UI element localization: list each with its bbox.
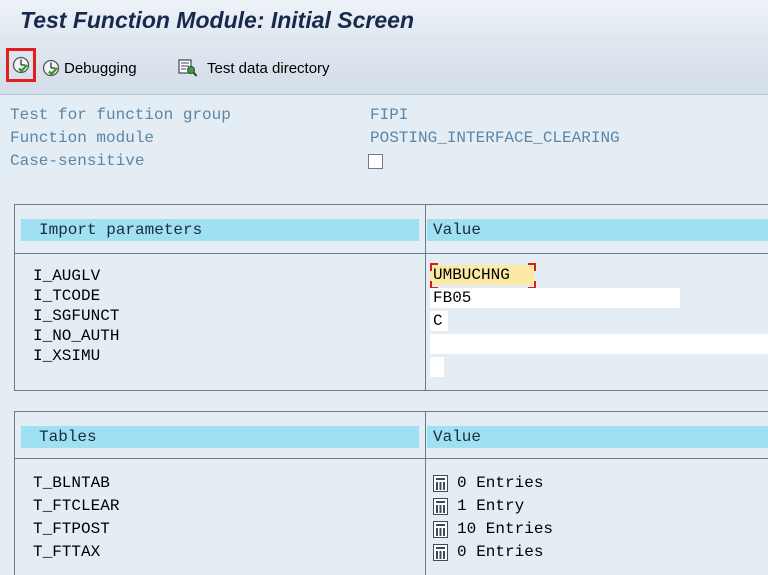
param-value-i-no-auth[interactable] bbox=[430, 334, 768, 354]
function-module-value: POSTING_INTERFACE_CLEARING bbox=[370, 129, 620, 147]
param-value-i-xsimu[interactable] bbox=[430, 357, 444, 377]
table-contents-icon[interactable] bbox=[433, 544, 448, 561]
param-value-i-auglv[interactable]: UMBUCHNG bbox=[430, 265, 534, 285]
application-toolbar: Debugging Test data directory bbox=[0, 44, 768, 95]
focus-corner bbox=[528, 263, 536, 271]
table-name-t-ftclear: T_FTCLEAR bbox=[33, 497, 120, 515]
test-data-directory-label: Test data directory bbox=[207, 59, 330, 77]
table-name-t-fttax: T_FTTAX bbox=[33, 543, 101, 561]
window-title: Test Function Module: Initial Screen bbox=[20, 7, 415, 33]
test-data-directory-icon bbox=[178, 59, 198, 77]
case-sensitive-label: Case-sensitive bbox=[10, 152, 145, 170]
test-data-directory-button[interactable]: Test data directory bbox=[178, 52, 330, 84]
table-value-t-fttax: 0 Entries bbox=[457, 543, 544, 561]
import-value-header: Value bbox=[427, 219, 768, 241]
table-contents-icon[interactable] bbox=[433, 498, 448, 515]
tables-value-header: Value bbox=[427, 426, 768, 448]
function-group-value: FIPI bbox=[370, 106, 409, 124]
debugging-icon bbox=[42, 59, 60, 77]
case-sensitive-checkbox[interactable] bbox=[368, 154, 383, 169]
table-name-t-blntab: T_BLNTAB bbox=[33, 474, 110, 492]
param-name-i-xsimu: I_XSIMU bbox=[33, 347, 101, 365]
tables-panel: Tables Value T_BLNTAB T_FTCLEAR T_FTPOST… bbox=[14, 411, 768, 575]
debugging-button[interactable]: Debugging bbox=[42, 52, 137, 84]
param-value-i-sgfunct[interactable]: C bbox=[430, 311, 448, 331]
execute-button[interactable] bbox=[6, 48, 36, 82]
focus-corner bbox=[430, 263, 438, 271]
table-contents-icon[interactable] bbox=[433, 475, 448, 492]
table-value-t-blntab: 0 Entries bbox=[457, 474, 544, 492]
table-value-t-ftclear: 1 Entry bbox=[457, 497, 525, 515]
debugging-label: Debugging bbox=[64, 59, 137, 77]
import-parameters-panel: Import parameters Value I_AUGLV I_TCODE … bbox=[14, 204, 768, 391]
function-group-label: Test for function group bbox=[10, 106, 231, 124]
import-parameters-header: Import parameters bbox=[21, 219, 419, 241]
tables-header: Tables bbox=[21, 426, 419, 448]
table-value-t-ftpost: 10 Entries bbox=[457, 520, 554, 538]
title-bar: Test Function Module: Initial Screen bbox=[0, 0, 768, 44]
param-value-i-tcode[interactable]: FB05 bbox=[430, 288, 680, 308]
table-contents-icon[interactable] bbox=[433, 521, 448, 538]
function-module-label: Function module bbox=[10, 129, 155, 147]
table-name-t-ftpost: T_FTPOST bbox=[33, 520, 110, 538]
execute-icon bbox=[12, 56, 30, 74]
